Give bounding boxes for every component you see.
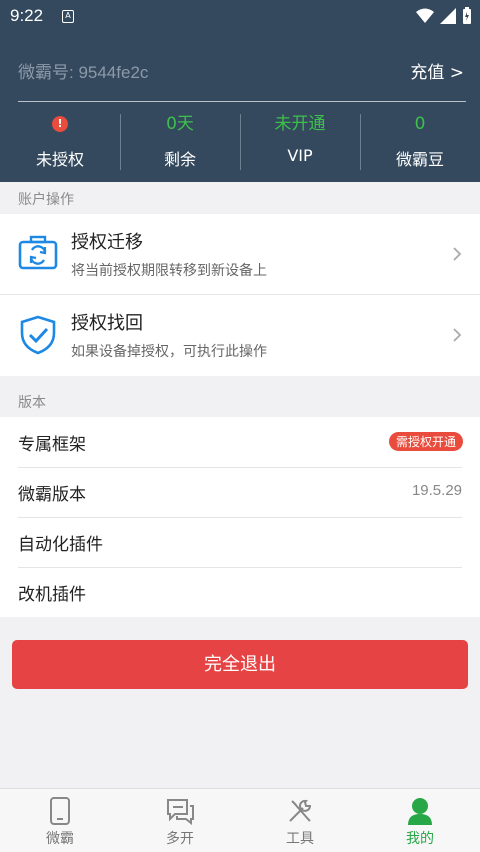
status-bar: 9:22 A — [0, 0, 480, 34]
person-icon — [408, 798, 432, 825]
list-item-title: 自动化插件 — [18, 535, 103, 555]
recharge-button[interactable]: 充值 > — [410, 58, 464, 83]
tab-multi-open[interactable]: 多开 — [120, 789, 240, 852]
stat-label: 微霸豆 — [395, 150, 444, 169]
tab-label: 工具 — [286, 831, 314, 847]
wifi-icon — [416, 8, 434, 23]
list-item-framework[interactable]: 专属框架 需授权开通 — [0, 417, 480, 468]
bottom-tab-bar: 微霸 多开 工具 我的 — [0, 788, 480, 852]
chevron-right-icon — [453, 247, 462, 261]
tab-mine[interactable]: 我的 — [360, 789, 480, 852]
version-card: 专属框架 需授权开通 微霸版本 19.5.29 自动化插件 改机插件 — [0, 417, 480, 617]
list-item-subtitle: 如果设备掉授权，可执行此操作 — [71, 344, 267, 360]
version-value: 19.5.29 — [411, 482, 462, 499]
tab-label: 多开 — [166, 831, 194, 847]
tab-label: 我的 — [406, 831, 434, 847]
tab-tools[interactable]: 工具 — [240, 789, 360, 852]
section-title-account-ops: 账户操作 — [18, 192, 74, 208]
tab-weiba[interactable]: 微霸 — [0, 789, 120, 852]
shield-check-icon — [20, 315, 56, 355]
quit-button[interactable]: 完全退出 — [12, 640, 468, 689]
stat-value: 0 — [414, 114, 426, 134]
stat-label: 剩余 — [163, 150, 196, 169]
system-icons — [416, 7, 472, 25]
list-item-title: 授权迁移 — [71, 232, 143, 253]
account-header: 微霸号: 9544fe2c 充值 > ! 未授权 0天 剩余 未开通 VIP 0… — [0, 34, 480, 182]
warning-icon: ! — [52, 116, 68, 132]
stat-remaining[interactable]: 0天 剩余 — [120, 112, 240, 174]
list-item-title: 专属框架 — [18, 435, 86, 455]
battery-icon — [463, 7, 471, 24]
stat-vip[interactable]: 未开通 VIP — [240, 112, 360, 174]
chat-icon — [167, 799, 194, 825]
list-item-automation-plugin[interactable]: 自动化插件 — [0, 517, 480, 568]
stat-beans[interactable]: 0 微霸豆 — [360, 112, 480, 174]
account-stats: ! 未授权 0天 剩余 未开通 VIP 0 微霸豆 — [0, 112, 480, 174]
status-badge: 需授权开通 — [388, 432, 463, 451]
account-ops-card: 授权迁移 将当前授权期限转移到新设备上 授权找回 如果设备掉授权，可执行此操作 — [0, 214, 480, 376]
list-item-title: 微霸版本 — [18, 485, 86, 505]
stat-label: VIP — [287, 146, 313, 165]
sim-icon: A — [62, 10, 74, 23]
tools-icon — [289, 799, 312, 822]
stat-label: 未授权 — [35, 150, 84, 169]
transfer-icon — [18, 235, 58, 270]
list-item-app-version[interactable]: 微霸版本 19.5.29 — [0, 467, 480, 518]
header-divider — [18, 101, 466, 102]
list-item-auth-recover[interactable]: 授权找回 如果设备掉授权，可执行此操作 — [0, 295, 480, 376]
stat-value: 0天 — [166, 114, 194, 134]
list-item-auth-transfer[interactable]: 授权迁移 将当前授权期限转移到新设备上 — [0, 214, 480, 295]
stat-value: 未开通 — [274, 114, 326, 134]
account-id: 微霸号: 9544fe2c — [18, 63, 149, 82]
signal-icon — [440, 8, 456, 24]
chevron-right-icon — [453, 328, 462, 342]
status-time: 9:22 — [10, 6, 44, 25]
phone-icon — [50, 797, 70, 825]
section-title-version: 版本 — [18, 395, 46, 411]
list-item-subtitle: 将当前授权期限转移到新设备上 — [71, 263, 267, 279]
list-item-title: 改机插件 — [18, 585, 86, 605]
list-item-device-mod-plugin[interactable]: 改机插件 — [0, 567, 480, 617]
list-item-title: 授权找回 — [71, 313, 143, 334]
tab-label: 微霸 — [46, 831, 74, 847]
stat-authorization[interactable]: ! 未授权 — [0, 112, 120, 174]
